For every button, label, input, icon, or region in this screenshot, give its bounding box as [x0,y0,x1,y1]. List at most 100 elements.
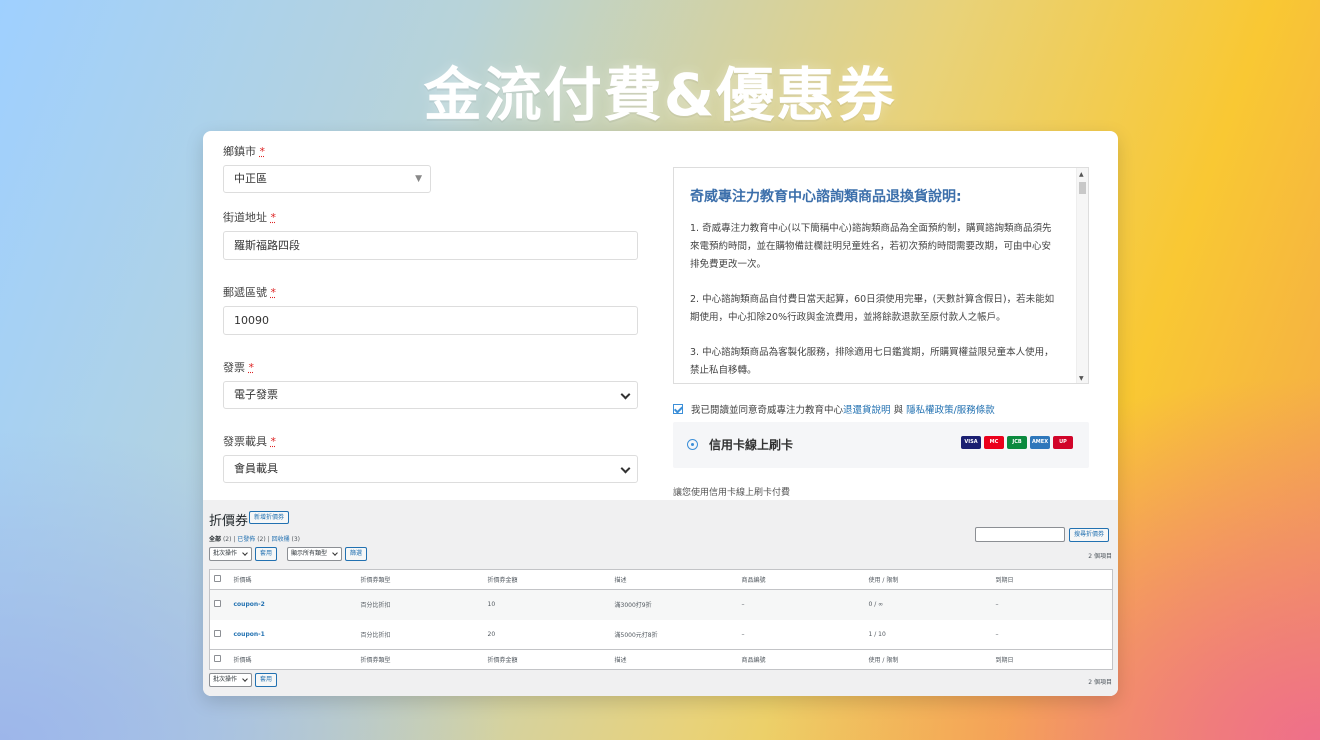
coupon-admin: 折價券 新增折價券 全部 (2) | 已發佈 (2) | 回收桶 (3) 搜尋折… [203,500,1118,696]
terms-agreement: 我已閱讀並同意奇威專注力教育中心退還貨說明 與 隱私權政策/服務條款 [673,403,995,418]
coupon-product: – [741,630,745,638]
select-all-cell [210,650,230,670]
amex-icon: AMEX [1030,436,1050,449]
district-select[interactable]: 中正區 ▼ [223,165,431,193]
invoice-label-text: 發票 [223,361,245,374]
view-trash[interactable]: 回收桶 [272,536,290,543]
coupon-type: 百分比折扣 [360,631,391,639]
carrier-label: 發票載具 * [223,435,638,449]
table-row: coupon-2 百分比折扣 10 滿3000打9折 – 0 / ∞ – [209,589,1113,620]
coupon-desc: 滿5000元打8折 [614,631,658,639]
row-checkbox[interactable] [214,600,221,608]
coupon-code-link[interactable]: coupon-1 [230,620,357,650]
apply-button[interactable]: 套用 [255,673,278,687]
col-usage: 使用 / 限制 [868,577,899,584]
return-policy-link[interactable]: 退還貨說明 [843,405,891,416]
mastercard-icon: MC [984,436,1004,449]
item-count: 2 個項目 [1088,553,1112,560]
payment-label: 信用卡線上刷卡 [709,438,794,452]
bulk-action-select[interactable]: 批次操作 [209,673,253,687]
carrier-label-text: 發票載具 [223,435,267,448]
district-label-text: 鄉鎮市 [223,145,256,158]
col-expiry: 到期日 [995,657,1014,664]
agree-conjunction: 與 [893,405,904,416]
row-checkbox[interactable] [214,629,221,637]
coupon-type: 百分比折扣 [360,602,391,610]
row-checkbox-cell [210,590,230,620]
required-mark: * [270,211,277,224]
add-coupon-button[interactable]: 新增折價券 [249,511,290,524]
coupon-amount: 20 [487,630,496,638]
status-views: 全部 (2) | 已發佈 (2) | 回收桶 (3) [209,536,301,543]
card-logos: VISA MC JCB AMEX UP [961,436,1073,449]
chevron-down-icon [620,463,631,474]
col-desc: 描述 [614,657,627,664]
invoice-select[interactable]: 電子發票 [223,381,638,409]
coupon-expiry: – [995,630,999,638]
col-type: 折價券類型 [360,657,391,664]
carrier-value: 會員載具 [234,462,278,475]
bulk-action-select[interactable]: 批次操作 [209,547,253,561]
view-published[interactable]: 已發佈 [237,536,255,543]
required-mark: * [270,286,277,299]
col-product: 商品編號 [741,577,766,584]
view-all[interactable]: 全部 [209,536,221,543]
street-label-text: 街道地址 [223,211,267,224]
invoice-value: 電子發票 [234,388,278,401]
col-code[interactable]: 折價碼 [230,650,357,670]
type-filter-select[interactable]: 顯示所有類型 [287,547,343,561]
carrier-select[interactable]: 會員載具 [223,455,638,483]
postcode-input[interactable]: 10090 [223,306,638,335]
coupon-code-link[interactable]: coupon-2 [230,590,357,620]
scroll-up-icon[interactable]: ▲ [1079,171,1084,178]
policy-item: 2. 中心諮詢類商品自付費日當天起算，60日須使用完畢，(天數計算含假日)，若未… [690,294,1055,323]
coupon-desc: 滿3000打9折 [614,602,652,610]
street-input[interactable]: 羅斯福路四段 [223,231,638,260]
row-checkbox-cell [210,620,230,650]
col-product: 商品編號 [741,657,766,664]
hero-title: 金流付費&優惠券 [423,61,897,129]
required-mark: * [259,145,266,158]
district-value: 中正區 [234,172,267,185]
scrollbar-thumb[interactable] [1079,182,1086,194]
table-row: coupon-1 百分比折扣 20 滿5000元打8折 – 1 / 10 – [210,620,1113,650]
col-expiry: 到期日 [995,577,1014,584]
coupon-search-input[interactable] [975,527,1065,542]
visa-icon: VISA [961,436,981,449]
agree-checkbox[interactable] [673,404,683,414]
coupon-table: 折價碼 折價券類型 折價券金額 描述 商品編號 使用 / 限制 到期日 coup… [209,569,1113,670]
scroll-down-icon[interactable]: ▼ [1079,375,1084,382]
policy-list: 1. 奇威專注力教育中心(以下簡稱中心)諮詢類商品為全面預約制，購買諮詢類商品須… [690,220,1060,383]
coupon-usage: 1 / 10 [868,630,886,638]
table-nav-bottom: 批次操作 套用 [209,673,278,687]
filter-button[interactable]: 篩選 [345,547,368,561]
select-all-checkbox[interactable] [214,655,221,662]
table-footer: 折價碼 折價券類型 折價券金額 描述 商品編號 使用 / 限制 到期日 [209,649,1113,670]
col-code[interactable]: 折價碼 [230,570,357,590]
admin-page-title: 折價券 [209,514,249,529]
payment-note: 讓您使用信用卡線上刷卡付費 [673,488,791,498]
chevron-down-icon [620,389,631,400]
payment-method-credit-card[interactable]: 信用卡線上刷卡 VISA MC JCB AMEX UP [673,422,1089,468]
coupon-amount: 10 [487,601,496,609]
apply-button[interactable]: 套用 [255,547,278,561]
jcb-icon: JCB [1007,436,1027,449]
item-count: 2 個項目 [1088,679,1112,686]
return-policy-box[interactable]: 奇威專注力教育中心諮詢類商品退換貨說明: 1. 奇威專注力教育中心(以下簡稱中心… [673,167,1089,384]
search-coupon-button[interactable]: 搜尋折價券 [1069,528,1110,542]
policy-item: 3. 中心諮詢類商品為客製化服務，排除適用七日鑑賞期，所購買權益限兒童本人使用，… [690,347,1054,376]
required-mark: * [270,435,277,448]
checkout-form: 鄉鎮市 * 中正區 ▼ 街道地址 * 羅斯福路四段 郵遞區號 * 10090 發票… [223,145,638,483]
select-all-checkbox[interactable] [214,575,221,582]
caret-down-icon: ▼ [415,174,422,184]
view-trash-count: (3) [291,536,301,543]
payment-radio[interactable] [687,439,698,450]
privacy-terms-link[interactable]: 隱私權政策/服務條款 [906,405,995,416]
policy-title: 奇威專注力教育中心諮詢類商品退換貨說明: [690,189,962,205]
coupon-expiry: – [995,601,999,609]
required-mark: * [248,361,255,374]
policy-scrollbar[interactable]: ▲ ▼ [1076,168,1088,383]
policy-item: 1. 奇威專注力教育中心(以下簡稱中心)諮詢類商品為全面預約制，購買諮詢類商品須… [690,223,1052,270]
col-type: 折價券類型 [360,577,391,584]
postcode-label-text: 郵遞區號 [223,286,267,299]
